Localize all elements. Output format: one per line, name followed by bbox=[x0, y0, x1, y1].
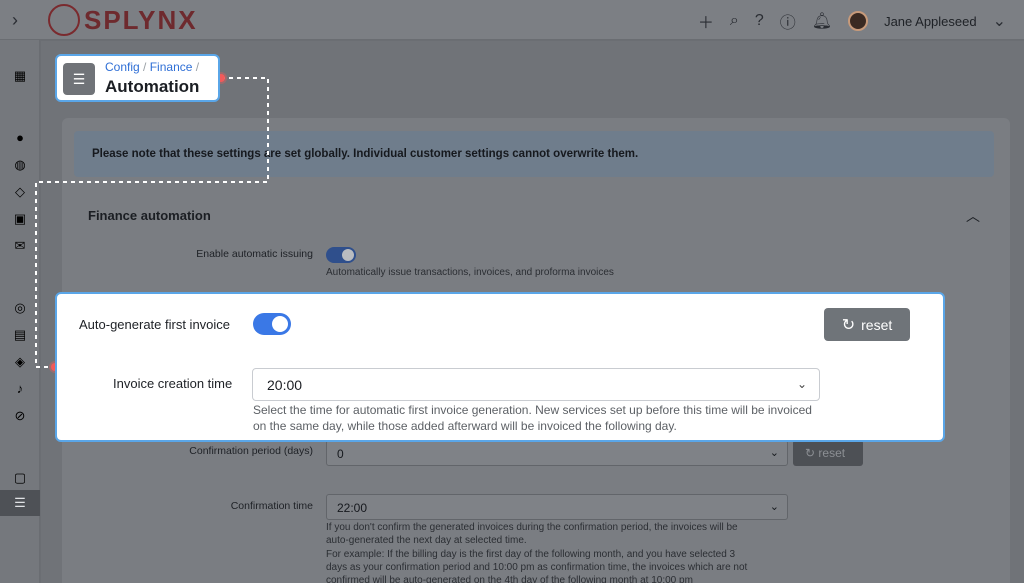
reset-icon: ↻ bbox=[841, 316, 856, 334]
breadcrumb-config-link[interactable]: Config bbox=[105, 60, 140, 74]
confirmation-time-hint-1: If you don't confirm the generated invoi… bbox=[326, 522, 738, 533]
invoice-creation-time-select[interactable]: 20:00 ⌄ bbox=[252, 368, 820, 401]
breadcrumb-separator: / bbox=[143, 60, 147, 74]
administration-icon[interactable]: ⊘ bbox=[12, 408, 28, 424]
search-icon[interactable]: ⌕ bbox=[730, 12, 739, 30]
page-title: Automation bbox=[105, 77, 200, 96]
company-icon[interactable]: ▢ bbox=[12, 470, 28, 486]
logo-mark-icon bbox=[48, 4, 80, 36]
chevron-down-icon[interactable]: ⌄ bbox=[993, 11, 1006, 31]
breadcrumb-finance-link[interactable]: Finance bbox=[150, 60, 193, 74]
confirmation-period-value: 0 bbox=[337, 447, 344, 461]
breadcrumb-separator: / bbox=[195, 60, 200, 74]
auto-first-invoice-label: Auto-generate first invoice bbox=[79, 317, 231, 332]
info-icon[interactable]: ⓘ bbox=[780, 9, 796, 33]
breadcrumb-card: ☰ Config / Finance / Automation bbox=[55, 54, 220, 102]
confirmation-period-reset-button[interactable]: ↻ reset bbox=[793, 440, 863, 466]
inventory-icon[interactable]: ◈ bbox=[12, 354, 28, 370]
user-name[interactable]: Jane Appleseed bbox=[884, 14, 977, 29]
top-bar: › SPLYNX ＋ ⌕ ? ⓘ 🔔︎ Jane Appleseed ⌄ bbox=[0, 0, 1024, 40]
sliders-icon: ☰ bbox=[63, 63, 95, 95]
config-icon[interactable]: ☰ bbox=[12, 495, 28, 511]
focus-panel: Auto-generate first invoice ↻ reset Invo… bbox=[55, 292, 945, 442]
notice-text: Please note that these settings are set … bbox=[92, 148, 639, 160]
section-title: Finance automation bbox=[88, 208, 211, 223]
confirmation-period-label: Confirmation period (days) bbox=[189, 445, 313, 457]
avatar[interactable] bbox=[848, 11, 869, 31]
invoice-creation-time-hint: Select the time for automatic first invo… bbox=[253, 403, 812, 433]
chevron-down-icon: ⌄ bbox=[769, 447, 779, 459]
global-settings-notice: Please note that these settings are set … bbox=[74, 131, 994, 177]
tariffs-icon[interactable]: ◇ bbox=[12, 184, 28, 200]
enable-issuing-label: Enable automatic issuing bbox=[196, 248, 313, 260]
finance-icon[interactable]: ▣ bbox=[12, 211, 28, 227]
confirmation-time-hint-2: auto-generated the next day at selected … bbox=[326, 535, 527, 546]
confirmation-time-value: 22:00 bbox=[337, 501, 368, 515]
auto-first-invoice-toggle[interactable] bbox=[253, 313, 291, 335]
reset-button-label: reset bbox=[861, 316, 893, 333]
reset-button[interactable]: ↻ reset bbox=[824, 308, 910, 341]
invoice-creation-time-value: 20:00 bbox=[267, 377, 303, 393]
toggle-knob bbox=[272, 316, 288, 332]
tickets-icon[interactable]: ◍ bbox=[12, 157, 28, 173]
logo[interactable]: SPLYNX bbox=[48, 4, 198, 36]
enable-issuing-toggle[interactable] bbox=[326, 247, 356, 263]
confirmation-time-label: Confirmation time bbox=[230, 500, 313, 512]
sidebar: ▦ ● ◍ ◇ ▣ ✉ ◎ ▤ ◈ ♪ ⊘ ▢ ☰ bbox=[0, 40, 40, 583]
networking-icon[interactable]: ◎ bbox=[12, 300, 28, 316]
enable-issuing-hint: Automatically issue transactions, invoic… bbox=[326, 267, 614, 278]
chevron-down-icon: ⌄ bbox=[796, 377, 807, 391]
breadcrumb: Config / Finance / bbox=[105, 60, 199, 74]
confirmation-time-hint-5: confirmed will be auto-generated on the … bbox=[326, 575, 693, 583]
help-icon[interactable]: ? bbox=[755, 12, 764, 30]
menu-expand-icon[interactable]: › bbox=[12, 10, 18, 31]
chevron-down-icon: ⌄ bbox=[769, 501, 779, 513]
scheduling-icon[interactable]: ▤ bbox=[12, 327, 28, 343]
dashboard-icon[interactable]: ▦ bbox=[12, 68, 28, 84]
reset-button-label: reset bbox=[818, 446, 846, 460]
confirmation-time-hint-4: days as your confirmation period and 10:… bbox=[326, 562, 748, 573]
invoice-creation-time-label: Invoice creation time bbox=[113, 376, 233, 391]
voice-icon[interactable]: ♪ bbox=[12, 381, 28, 397]
reset-icon: ↻ bbox=[805, 446, 816, 460]
confirmation-time-select[interactable]: 22:00 ⌄ bbox=[326, 494, 788, 520]
plus-icon[interactable]: ＋ bbox=[698, 9, 714, 33]
bell-icon[interactable]: 🔔︎ bbox=[812, 11, 832, 31]
customers-icon[interactable]: ● bbox=[12, 130, 28, 146]
confirmation-period-select[interactable]: 0 ⌄ bbox=[326, 440, 788, 466]
collapse-chevron-icon[interactable]: ︿ bbox=[966, 206, 980, 226]
messages-icon[interactable]: ✉ bbox=[12, 238, 28, 254]
logo-text: SPLYNX bbox=[84, 4, 198, 35]
confirmation-time-hint-3: For example: If the billing day is the f… bbox=[326, 549, 736, 560]
